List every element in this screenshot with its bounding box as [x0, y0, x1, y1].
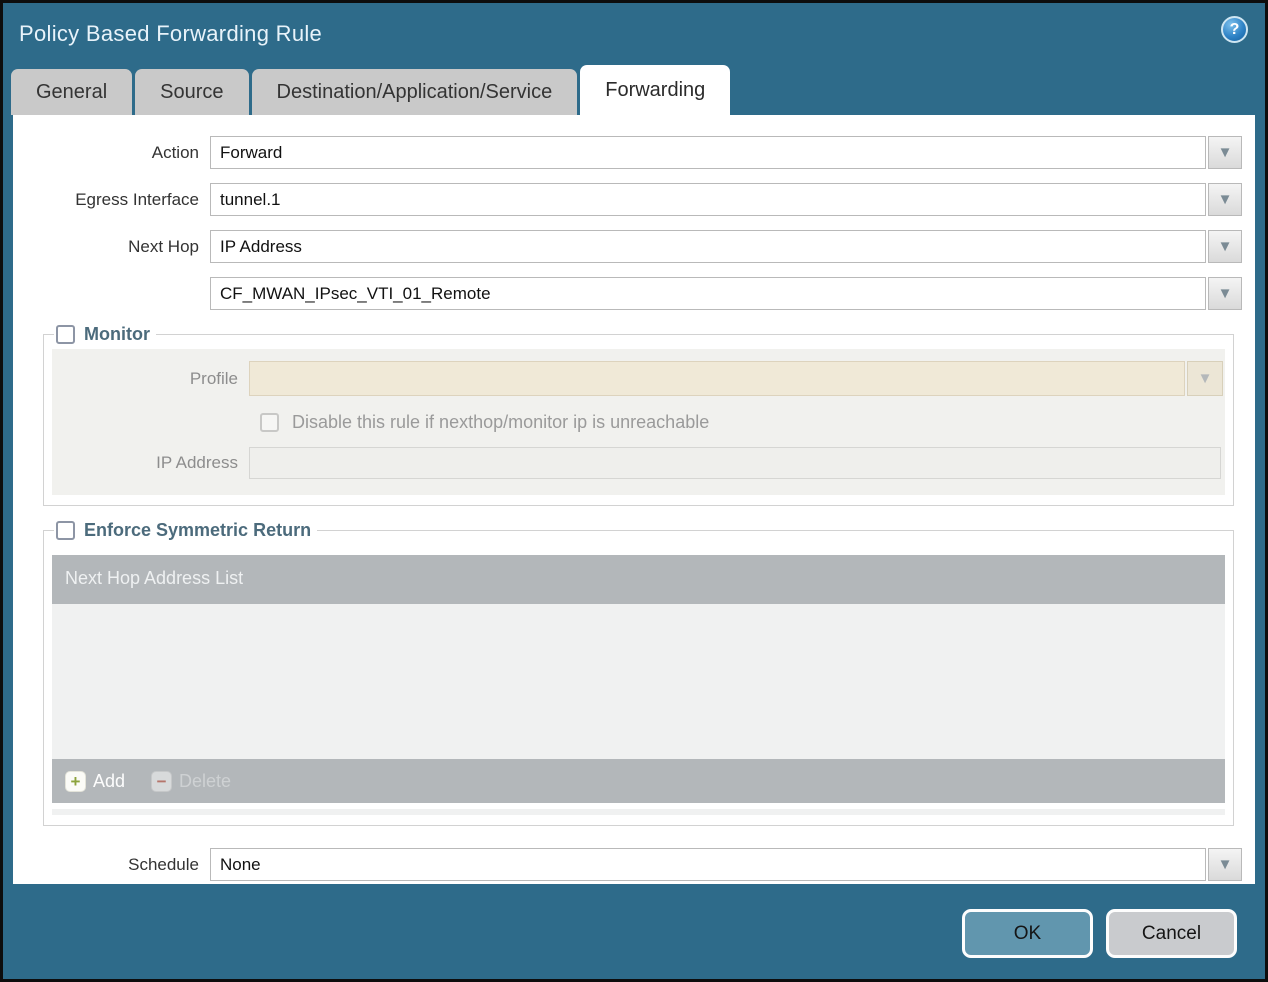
disable-rule-row: Disable this rule if nexthop/monitor ip …: [260, 412, 1225, 433]
chevron-down-icon: ▼: [1217, 856, 1233, 873]
dialog-footer: OK Cancel: [3, 888, 1265, 979]
action-label: Action: [151, 142, 199, 162]
dialog-title: Policy Based Forwarding Rule: [19, 21, 323, 46]
egress-interface-combo: ▼: [210, 183, 1242, 216]
delete-button: − Delete: [151, 770, 232, 792]
next-hop-address-list-header: Next Hop Address List: [52, 555, 1225, 604]
egress-interface-label: Egress Interface: [75, 189, 199, 209]
next-hop-label: Next Hop: [128, 236, 199, 256]
monitor-ip-address-row: IP Address: [52, 447, 1225, 479]
next-hop-type-combo: ▼: [210, 230, 1242, 263]
next-hop-address-dropdown-button[interactable]: ▼: [1208, 277, 1242, 310]
table-bottom-strip: [52, 809, 1225, 815]
delete-button-label: Delete: [179, 770, 232, 791]
schedule-label: Schedule: [128, 854, 199, 874]
action-dropdown-button[interactable]: ▼: [1208, 136, 1242, 169]
tab-destination-application-service[interactable]: Destination/Application/Service: [251, 69, 578, 115]
profile-row: Profile ▼: [52, 361, 1225, 396]
schedule-combo: ▼: [210, 848, 1242, 881]
cancel-button[interactable]: Cancel: [1106, 909, 1237, 958]
next-hop-address-list-body: [52, 604, 1225, 759]
enforce-symmetric-return-legend: Enforce Symmetric Return: [54, 520, 317, 541]
next-hop-address-combo: ▼: [210, 277, 1242, 310]
next-hop-address-list-toolbar: + Add − Delete: [52, 759, 1225, 803]
tab-source[interactable]: Source: [135, 69, 249, 115]
enforce-symmetric-return-checkbox[interactable]: [56, 521, 75, 540]
monitor-legend: Monitor: [54, 324, 156, 345]
enforce-symmetric-return-fieldset: Enforce Symmetric Return Next Hop Addres…: [43, 520, 1234, 826]
profile-combo: ▼: [249, 361, 1223, 396]
help-icon[interactable]: ?: [1221, 16, 1248, 43]
add-button-label: Add: [93, 770, 126, 791]
monitor-disabled-panel: Profile ▼ Disable this rule if nexthop/m…: [52, 349, 1225, 495]
next-hop-row: Next Hop ▼: [13, 230, 1242, 263]
add-icon: +: [65, 770, 86, 792]
monitor-checkbox[interactable]: [56, 325, 75, 344]
disable-rule-label: Disable this rule if nexthop/monitor ip …: [292, 412, 710, 432]
chevron-down-icon: ▼: [1217, 285, 1233, 302]
egress-interface-row: Egress Interface ▼: [13, 183, 1242, 216]
action-input[interactable]: [210, 136, 1206, 169]
next-hop-address-list-table: Next Hop Address List + Add − Delete: [52, 555, 1225, 803]
tab-forwarding[interactable]: Forwarding: [580, 65, 731, 115]
profile-input: [249, 361, 1185, 396]
monitor-fieldset: Monitor Profile ▼ Disable this rule if n…: [43, 324, 1234, 506]
schedule-dropdown-button[interactable]: ▼: [1208, 848, 1242, 881]
dialog-titlebar: Policy Based Forwarding Rule ?: [3, 3, 1265, 65]
profile-label: Profile: [189, 368, 238, 388]
schedule-row: Schedule ▼: [13, 848, 1242, 881]
monitor-legend-label: Monitor: [84, 324, 150, 344]
chevron-down-icon: ▼: [1217, 238, 1233, 255]
chevron-down-icon: ▼: [1217, 191, 1233, 208]
enforce-symmetric-return-legend-label: Enforce Symmetric Return: [84, 520, 312, 540]
forwarding-tab-panel: Action ▼ Egress Interface ▼ Next Hop ▼: [13, 115, 1255, 884]
tab-general[interactable]: General: [11, 69, 133, 115]
disable-rule-checkbox: [260, 413, 279, 432]
chevron-down-icon: ▼: [1217, 144, 1233, 161]
egress-interface-input[interactable]: [210, 183, 1206, 216]
delete-icon: −: [151, 770, 173, 792]
action-row: Action ▼: [13, 136, 1242, 169]
tab-bar: General Source Destination/Application/S…: [3, 65, 1265, 115]
policy-based-forwarding-dialog: Policy Based Forwarding Rule ? General S…: [0, 0, 1268, 982]
next-hop-type-dropdown-button[interactable]: ▼: [1208, 230, 1242, 263]
monitor-ip-address-input: [249, 447, 1221, 479]
monitor-ip-address-label: IP Address: [156, 453, 238, 472]
schedule-input[interactable]: [210, 848, 1206, 881]
next-hop-type-input[interactable]: [210, 230, 1206, 263]
next-hop-address-row: ▼: [13, 277, 1242, 310]
profile-dropdown-button: ▼: [1187, 361, 1223, 396]
egress-interface-dropdown-button[interactable]: ▼: [1208, 183, 1242, 216]
next-hop-address-input[interactable]: [210, 277, 1206, 310]
action-combo: ▼: [210, 136, 1242, 169]
chevron-down-icon: ▼: [1197, 370, 1213, 387]
add-button[interactable]: + Add: [65, 770, 126, 792]
ok-button[interactable]: OK: [962, 909, 1093, 958]
